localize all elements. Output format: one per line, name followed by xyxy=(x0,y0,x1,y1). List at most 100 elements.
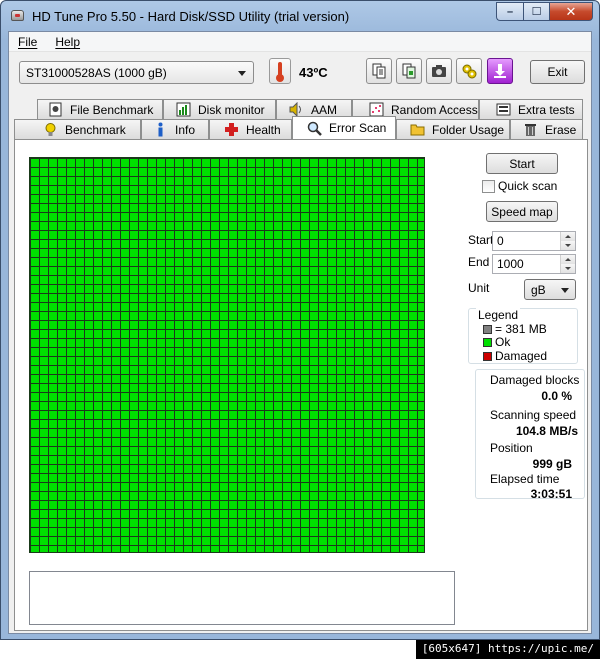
scan-stats-group: Damaged blocks 0.0 % Scanning speed 104.… xyxy=(475,369,585,501)
tab-label: Erase xyxy=(545,122,577,137)
tab-file-benchmark[interactable]: File Benchmark xyxy=(37,99,163,119)
close-button[interactable]: ✕ xyxy=(549,2,593,21)
legend-group: Legend = 381 MB Ok Damaged xyxy=(468,308,578,364)
block-swatch xyxy=(483,325,492,334)
tab-label: Folder Usage xyxy=(432,122,505,137)
spin-down-icon[interactable] xyxy=(561,241,575,250)
hdtune-app-icon[interactable] xyxy=(11,10,24,21)
damaged-swatch xyxy=(483,352,492,361)
client-area: File Help ST31000528AS (1000 gB) 43ºC Ex… xyxy=(8,31,592,634)
menu-file[interactable]: File xyxy=(9,32,46,51)
options-icon xyxy=(462,64,477,79)
maximize-button[interactable]: ☐ xyxy=(523,2,549,21)
drive-select[interactable]: ST31000528AS (1000 gB) xyxy=(19,61,254,84)
copy-image-icon xyxy=(402,63,416,79)
chevron-down-icon xyxy=(238,71,246,76)
start-spin-buttons[interactable] xyxy=(560,232,575,250)
screenshot-button[interactable] xyxy=(426,58,452,84)
caption-buttons: – ☐ ✕ xyxy=(496,2,593,21)
position-value: 999 gB xyxy=(532,457,572,471)
scan-block-map xyxy=(29,157,425,553)
save-button[interactable] xyxy=(487,58,513,84)
start-field-label: Start xyxy=(468,233,494,247)
menu-bar: File Help xyxy=(9,32,591,52)
spin-up-icon[interactable] xyxy=(561,255,575,264)
window-title: HD Tune Pro 5.50 - Hard Disk/SSD Utility… xyxy=(32,9,350,24)
thermometer-icon xyxy=(269,58,291,84)
quick-scan-checkbox[interactable] xyxy=(482,180,495,193)
tab-label: File Benchmark xyxy=(70,102,154,117)
disk-monitor-icon xyxy=(176,102,191,117)
menu-help[interactable]: Help xyxy=(46,32,89,51)
tab-benchmark[interactable]: Benchmark xyxy=(14,119,141,139)
tab-label: Extra tests xyxy=(518,102,575,117)
spin-down-icon[interactable] xyxy=(561,264,575,273)
chevron-down-icon xyxy=(561,288,569,293)
legend-title: Legend xyxy=(476,308,521,322)
temperature-readout: 43ºC xyxy=(299,65,328,80)
tab-label: Error Scan xyxy=(329,121,387,135)
minimize-button[interactable]: – xyxy=(496,2,523,21)
position-label: Position xyxy=(490,441,533,455)
tab-label: Health xyxy=(246,122,281,137)
copy-image-button[interactable] xyxy=(396,58,422,84)
scanning-speed-value: 104.8 MB/s xyxy=(515,424,578,438)
start-scan-button[interactable]: Start xyxy=(486,153,558,174)
elapsed-time-label: Elapsed time xyxy=(490,472,560,486)
extra-tests-icon xyxy=(496,102,511,117)
legend-block-size: = 381 MB xyxy=(495,322,547,336)
legend-ok: Ok xyxy=(495,335,511,349)
title-bar[interactable]: HD Tune Pro 5.50 - Hard Disk/SSD Utility… xyxy=(1,1,599,31)
file-benchmark-icon xyxy=(48,102,63,117)
speed-map-button[interactable]: Speed map xyxy=(486,201,558,222)
tab-folder-usage[interactable]: Folder Usage xyxy=(396,119,510,139)
start-spinbox[interactable]: 0 xyxy=(492,231,576,251)
tab-label: Info xyxy=(175,122,196,137)
tab-health[interactable]: Health xyxy=(209,119,292,139)
tab-strip: File Benchmark Disk monitor AAM Random A… xyxy=(14,99,588,141)
quick-scan-label: Quick scan xyxy=(498,179,558,193)
random-access-icon xyxy=(369,102,384,117)
scanning-speed-label: Scanning speed xyxy=(490,408,577,422)
unit-label: Unit xyxy=(468,281,490,295)
toolbar: ST31000528AS (1000 gB) 43ºC Exit xyxy=(9,54,591,96)
camera-icon xyxy=(432,65,446,77)
tab-label: Random Access xyxy=(391,102,478,117)
options-button[interactable] xyxy=(456,58,482,84)
app-window: HD Tune Pro 5.50 - Hard Disk/SSD Utility… xyxy=(0,0,600,640)
tab-label: Benchmark xyxy=(65,122,126,137)
spin-up-icon[interactable] xyxy=(561,232,575,241)
folder-icon xyxy=(410,122,425,137)
magnifier-icon xyxy=(307,121,322,136)
copy-text-button[interactable] xyxy=(366,58,392,84)
end-field-label: End xyxy=(468,255,490,269)
health-cross-icon xyxy=(224,122,239,137)
info-icon xyxy=(153,122,168,137)
end-spinbox[interactable]: 1000 xyxy=(492,254,576,274)
tab-label: Disk monitor xyxy=(198,102,265,117)
damaged-blocks-label: Damaged blocks xyxy=(490,373,580,387)
elapsed-time-value: 3:03:51 xyxy=(530,487,572,501)
end-spin-buttons[interactable] xyxy=(560,255,575,273)
unit-select[interactable]: gB xyxy=(524,279,576,300)
damaged-blocks-value: 0.0 % xyxy=(541,389,572,403)
tab-extra-tests[interactable]: Extra tests xyxy=(479,99,583,119)
trash-icon xyxy=(523,122,538,137)
tab-erase[interactable]: Erase xyxy=(510,119,583,139)
ok-swatch xyxy=(483,338,492,347)
unit-value: gB xyxy=(531,283,546,297)
copy-text-icon xyxy=(372,63,386,79)
start-value: 0 xyxy=(497,234,504,248)
scan-log-box[interactable] xyxy=(29,571,455,625)
drive-select-value: ST31000528AS (1000 gB) xyxy=(26,66,167,80)
tab-info[interactable]: Info xyxy=(141,119,209,139)
tab-label: AAM xyxy=(311,102,338,117)
lightbulb-icon xyxy=(43,122,58,137)
save-icon xyxy=(494,64,506,78)
end-value: 1000 xyxy=(497,257,524,271)
exit-button[interactable]: Exit xyxy=(530,60,585,84)
error-scan-panel: Start Quick scan Speed map Start 0 End 1… xyxy=(14,139,588,631)
speaker-icon xyxy=(289,101,304,118)
tab-disk-monitor[interactable]: Disk monitor xyxy=(163,99,276,119)
tab-error-scan[interactable]: Error Scan xyxy=(292,116,396,139)
